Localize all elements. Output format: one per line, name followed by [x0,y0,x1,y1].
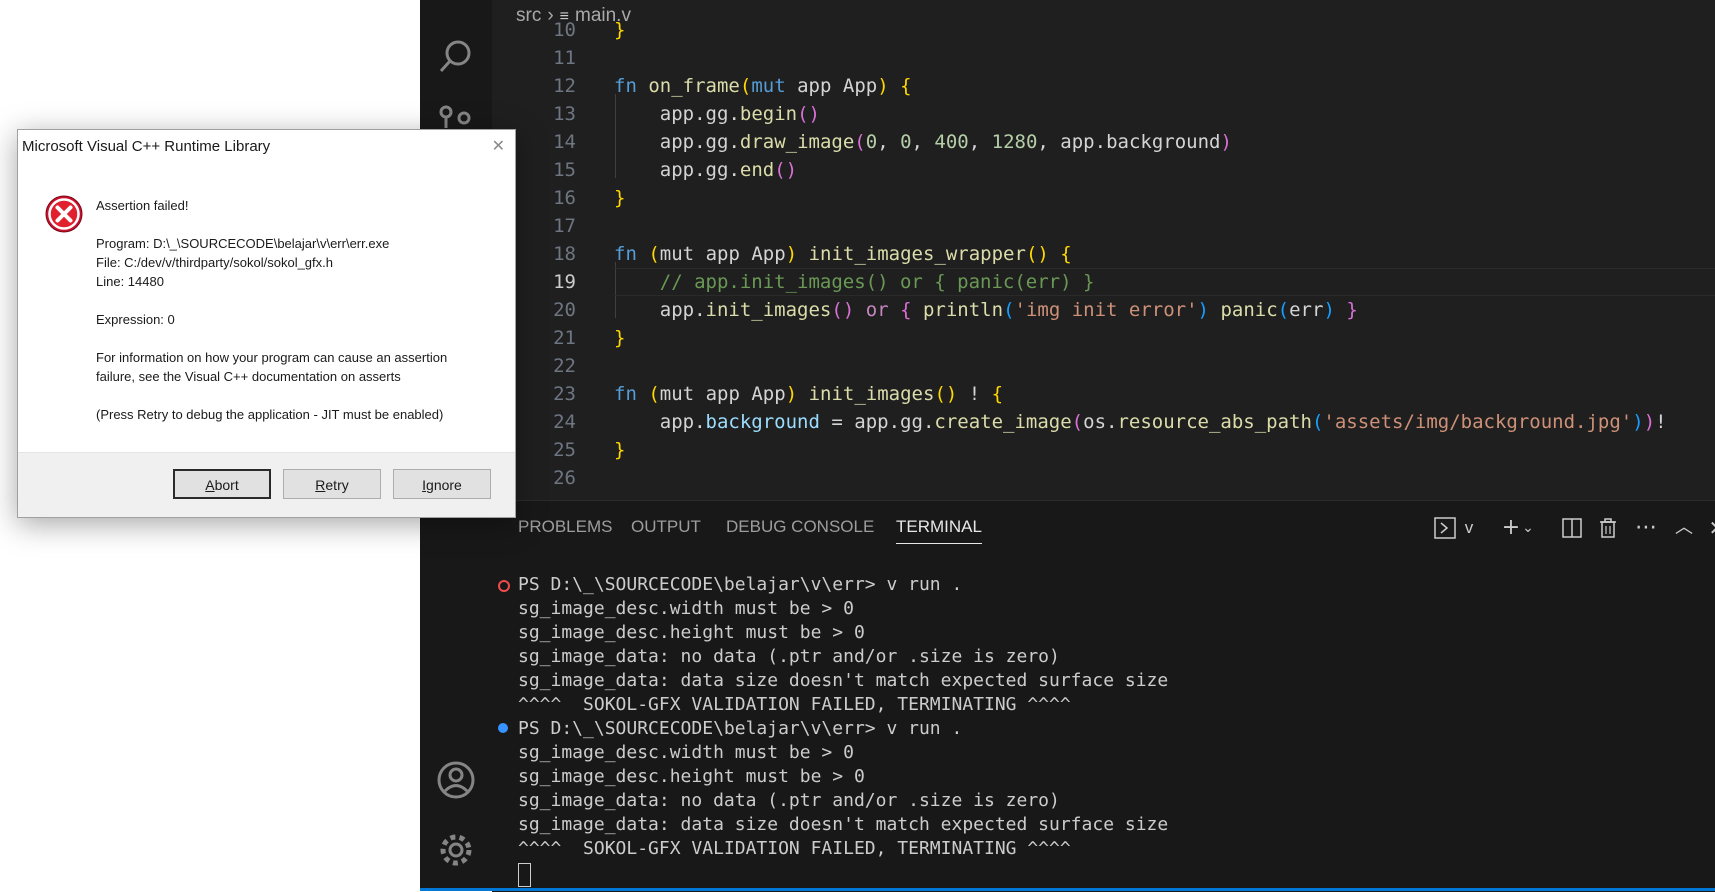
ignore-button[interactable]: Ignore [393,469,491,499]
message-line: Assertion failed! [96,198,189,213]
tab-debug-console[interactable]: DEBUG CONSOLE [726,517,874,537]
terminal-line: ^^^^ SOKOL-GFX VALIDATION FAILED, TERMIN… [518,694,1071,715]
abort-button[interactable]: Abort [173,469,271,499]
trash-icon[interactable] [1591,511,1625,545]
account-icon[interactable] [436,760,476,800]
error-icon [44,194,84,234]
ignore-label: gnore [426,477,462,493]
tab-terminal[interactable]: TERMINAL [896,517,982,544]
chevron-down-icon[interactable]: ⌄ [1518,511,1538,545]
line-number: 11 [553,47,576,69]
split-terminal-icon[interactable] [1555,511,1589,545]
tab-problems[interactable]: PROBLEMS [518,517,612,537]
dialog-footer: Abort Retry Ignore [18,452,515,517]
message-line: Program: D:\_\SOURCECODE\belajar\v\err\e… [96,236,390,251]
search-icon[interactable] [436,36,476,76]
more-actions-icon[interactable]: ⋯ [1629,511,1663,545]
retry-label: etry [325,477,349,493]
terminal-line: sg_image_desc.width must be > 0 [518,598,854,619]
message-line: (Press Retry to debug the application - … [96,407,444,422]
terminal-line: PS D:\_\SOURCECODE\belajar\v\err> v run … [518,574,963,595]
close-icon[interactable]: ✕ [492,136,505,156]
maximize-panel-icon[interactable]: ︿ [1667,511,1701,545]
dialog-title: Microsoft Visual C++ Runtime Library [22,138,271,155]
close-icon[interactable]: ✕ [1702,511,1715,545]
terminal-cursor [518,863,531,887]
message-line: File: C:/dev/v/thirdparty/sokol/sokol_gf… [96,255,333,270]
code-editor[interactable]: src › ≡ main.v 10} 11 12 fn on_frame(mut app… [492,0,1715,500]
terminal-line: sg_image_desc.width must be > 0 [518,742,854,763]
abort-label: bort [214,477,239,493]
source-control-icon[interactable] [436,104,476,128]
message-line: failure, see the Visual C++ documentatio… [96,369,401,384]
line-number: 12 [553,75,576,97]
bottom-panel: PROBLEMS OUTPUT DEBUG CONSOLE TERMINAL v… [492,500,1715,892]
terminal-line: sg_image_data: no data (.ptr and/or .siz… [518,790,1060,811]
terminal-line: sg_image_desc.height must be > 0 [518,622,865,643]
terminal-line: sg_image_data: no data (.ptr and/or .siz… [518,646,1060,667]
line-number: 13 [553,103,576,125]
shell-label[interactable]: v [1459,511,1479,545]
terminal-line: PS D:\_\SOURCECODE\belajar\v\err> v run … [518,718,963,739]
command-error-icon [498,580,510,592]
message-line: Expression: 0 [96,312,175,327]
terminal-line: ^^^^ SOKOL-GFX VALIDATION FAILED, TERMIN… [518,838,1071,859]
terminal-shell-icon[interactable] [1432,511,1458,545]
terminal-line: sg_image_desc.height must be > 0 [518,766,865,787]
retry-button[interactable]: Retry [283,469,381,499]
message-line: Line: 14480 [96,274,164,289]
command-running-icon [498,723,508,733]
line-number: 10 [553,19,576,41]
message-line: For information on how your program can … [96,350,448,365]
terminal-line: sg_image_data: data size doesn't match e… [518,814,1169,835]
terminal-line: sg_image_data: data size doesn't match e… [518,670,1169,691]
retry-mnemonic: R [315,477,326,493]
tab-output[interactable]: OUTPUT [631,517,701,537]
assertion-dialog: Microsoft Visual C++ Runtime Library ✕ A… [17,129,516,518]
gear-icon[interactable] [436,830,476,870]
vscode-window: src › ≡ main.v 10} 11 12 fn on_frame(mut app… [420,0,1715,892]
abort-mnemonic: A [205,477,215,493]
